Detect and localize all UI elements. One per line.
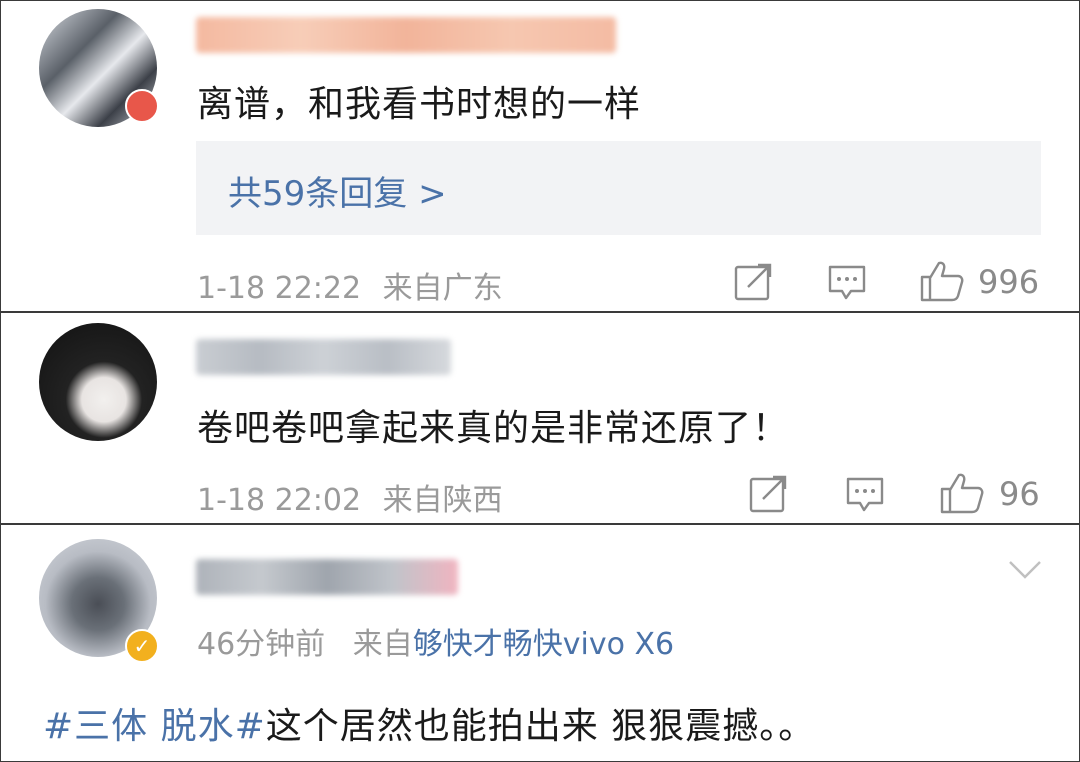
- comment-time: 46分钟前: [197, 627, 326, 662]
- comment-card: ✓ 46分钟前 来自够快才畅快vivo X6 #三体 脱水#这个居然也能拍出来 …: [0, 524, 1080, 762]
- like-icon[interactable]: [939, 471, 985, 515]
- like-count: 996: [978, 263, 1040, 301]
- username[interactable]: [196, 17, 616, 53]
- share-icon[interactable]: [734, 263, 774, 301]
- comment-text-line: #三体 脱水#这个居然也能拍出来 狠狠震撼。。: [43, 697, 815, 749]
- like-count: 96: [999, 475, 1040, 513]
- comment-meta: 1-18 22:22 来自广东: [197, 263, 503, 307]
- avatar[interactable]: [39, 323, 157, 441]
- hashtag-link[interactable]: #三体 脱水#: [43, 706, 266, 747]
- comment-source-prefix: 来自: [352, 627, 413, 662]
- username[interactable]: [196, 339, 451, 375]
- comment-location: 来自广东: [382, 271, 503, 306]
- comment-time: 1-18 22:22: [197, 271, 362, 306]
- verified-badge-icon: ✓: [125, 629, 159, 663]
- reply-count-link[interactable]: 共59条回复 >: [228, 166, 447, 215]
- chevron-down-icon[interactable]: [1007, 559, 1043, 581]
- reply-box[interactable]: 共59条回复 >: [196, 141, 1041, 235]
- comment-icon[interactable]: [827, 263, 867, 303]
- comment-source-link[interactable]: 够快才畅快vivo X6: [413, 627, 674, 662]
- comment-meta: 46分钟前 来自够快才畅快vivo X6: [197, 619, 674, 663]
- comment-card: 卷吧卷吧拿起来真的是非常还原了！ 1-18 22:02 来自陕西 96: [0, 312, 1080, 524]
- comment-time: 1-18 22:02: [197, 483, 362, 518]
- user-badge-icon: [125, 89, 159, 123]
- comment-text: 卷吧卷吧拿起来真的是非常还原了！: [197, 408, 790, 449]
- comment-icon[interactable]: [845, 475, 885, 515]
- share-icon[interactable]: [749, 475, 789, 513]
- comment-location: 来自陕西: [382, 483, 503, 518]
- comment-meta: 1-18 22:02 来自陕西: [197, 475, 503, 519]
- comment-card: 离谱，和我看书时想的一样 共59条回复 > 1-18 22:22 来自广东 99…: [0, 0, 1080, 312]
- like-icon[interactable]: [919, 259, 965, 303]
- comment-text: 离谱，和我看书时想的一样: [197, 84, 642, 125]
- comment-text: 这个居然也能拍出来 狠狠震撼。。: [265, 706, 816, 747]
- username[interactable]: [196, 559, 458, 595]
